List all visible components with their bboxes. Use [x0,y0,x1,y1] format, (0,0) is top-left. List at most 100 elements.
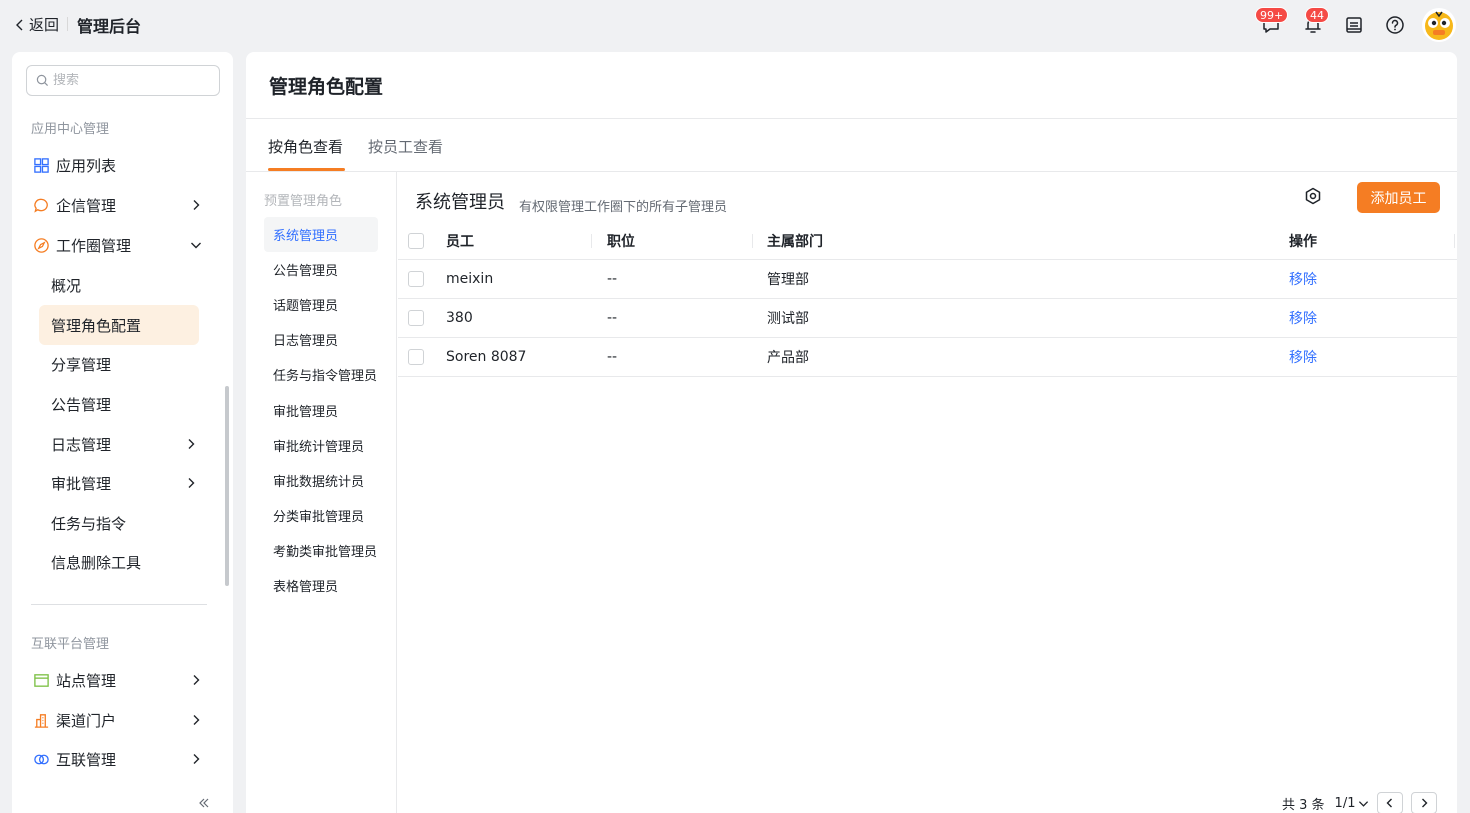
role-item[interactable]: 考勤类审批管理员 [264,533,378,568]
sidebar-item-label: 审批管理 [51,474,112,493]
prev-page-button[interactable] [1377,792,1404,813]
remove-link[interactable]: 移除 [1289,260,1317,298]
column-header-action: 操作 [1289,233,1317,250]
row-checkbox[interactable] [408,349,424,365]
browser-icon [32,671,50,689]
divider [246,118,1457,119]
chevron-right-icon [188,439,195,449]
app-title: 管理后台 [77,17,142,36]
sidebar-item-label: 应用列表 [56,156,117,175]
tab-by-employee[interactable]: 按员工查看 [368,136,443,157]
settings-icon[interactable] [1303,186,1323,206]
sidebar-item-label: 管理角色配置 [51,316,142,335]
employee-name: Soren 8087 [446,349,527,365]
column-header-department: 主属部门 [767,233,823,250]
main-panel: 管理角色配置 按角色查看 按员工查看 预置管理角色 系统管理员 公告管理员 话题… [246,52,1457,813]
divider [246,171,1457,172]
role-item[interactable]: 表格管理员 [264,568,378,603]
sidebar-subitem-overview[interactable]: 概况 [39,265,199,305]
chevron-right-icon [193,675,200,685]
role-item-system-admin[interactable]: 系统管理员 [264,217,378,252]
chevron-right-icon [193,754,200,764]
employee-position: -- [607,271,618,287]
row-checkbox[interactable] [408,310,424,326]
top-bar: 返回 管理后台 99+ 44 [0,0,1470,52]
sidebar-item-label: 任务与指令 [51,514,127,533]
user-avatar[interactable] [1422,8,1456,42]
sidebar-subitem-log[interactable]: 日志管理 [39,424,199,464]
role-item[interactable]: 审批管理员 [264,393,378,428]
role-item[interactable]: 任务与指令管理员 [264,357,378,392]
sidebar-item-app-list[interactable]: 应用列表 [32,148,202,182]
employee-department: 测试部 [767,311,809,327]
sidebar-subitem-share[interactable]: 分享管理 [39,344,199,384]
group-title-platform: 互联平台管理 [31,637,110,652]
chevron-right-icon [188,478,195,488]
table-row: 380 -- 测试部 移除 [398,299,1457,338]
role-item[interactable]: 话题管理员 [264,287,378,322]
role-item[interactable]: 日志管理员 [264,322,378,357]
role-title: 系统管理员 [415,192,505,213]
sidebar-item-label: 企信管理 [56,196,117,215]
sidebar-item-channel[interactable]: 渠道门户 [32,703,202,737]
sidebar-subitem-approval[interactable]: 审批管理 [39,463,199,503]
grid-icon [32,156,50,174]
group-title-app-center: 应用中心管理 [31,122,110,137]
table-row: meixin -- 管理部 移除 [398,260,1457,299]
tasks-button[interactable] [1342,13,1366,37]
back-button[interactable]: 返回 [14,14,59,35]
sidebar-item-interconnect[interactable]: 互联管理 [32,742,202,776]
sidebar-item-label: 日志管理 [51,435,112,454]
sidebar-item-workcircle[interactable]: 工作圈管理 [32,228,202,262]
role-item[interactable]: 审批数据统计员 [264,463,378,498]
page-title: 管理角色配置 [269,76,384,98]
add-employee-button[interactable]: 添加员工 [1357,182,1440,213]
remove-link[interactable]: 移除 [1289,338,1317,376]
employee-position: -- [607,349,618,365]
column-divider[interactable] [591,234,592,248]
notification-button[interactable]: 44 [1301,7,1329,37]
document-icon [1346,17,1362,33]
link-rings-icon [32,750,50,768]
row-checkbox[interactable] [408,271,424,287]
back-label: 返回 [29,16,60,34]
role-item[interactable]: 分类审批管理员 [264,498,378,533]
admin-table: 员工 职位 主属部门 操作 meixin -- 管理部 移除 380 -- 测试… [398,222,1457,377]
page-indicator: 1/1 [1334,795,1356,811]
sidebar-item-site[interactable]: 站点管理 [32,663,202,697]
avatar-icon [1425,11,1453,40]
collapse-sidebar-icon[interactable] [198,797,210,809]
sidebar-item-label: 渠道门户 [56,711,117,730]
role-item[interactable]: 审批统计管理员 [264,428,378,463]
sidebar-item-label: 互联管理 [56,750,117,769]
compass-icon [32,236,50,254]
chevron-right-icon [193,715,200,725]
sidebar-subitem-delete-tool[interactable]: 信息删除工具 [39,542,199,582]
help-button[interactable] [1383,13,1407,37]
sidebar-subitem-tasks[interactable]: 任务与指令 [39,503,199,543]
sidebar-item-label: 公告管理 [51,395,112,414]
column-divider[interactable] [1454,234,1455,248]
sidebar-subitem-role-config[interactable]: 管理角色配置 [39,305,199,345]
sidebar-item-qixin[interactable]: 企信管理 [32,188,202,222]
search-box[interactable] [26,65,220,96]
sidebar-scrollbar[interactable] [225,386,229,586]
search-icon [36,74,49,87]
column-header-position: 职位 [607,233,635,250]
sidebar-subitem-announcement[interactable]: 公告管理 [39,384,199,424]
next-page-button[interactable] [1411,792,1438,813]
role-item[interactable]: 公告管理员 [264,252,378,287]
divider [31,604,207,605]
chat-bubble-icon [32,196,50,214]
remove-link[interactable]: 移除 [1289,299,1317,337]
column-header-employee: 员工 [446,233,474,250]
role-description: 有权限管理工作圈下的所有子管理员 [519,200,728,215]
page-select[interactable]: 1/1 [1335,796,1370,811]
column-divider[interactable] [752,234,753,248]
pagination: 共 3 条 1/1 [1282,792,1438,813]
search-input[interactable] [53,73,203,88]
chevron-left-icon [16,19,23,30]
select-all-checkbox[interactable] [408,232,424,249]
chat-button[interactable]: 99+ [1255,7,1289,37]
tab-by-role[interactable]: 按角色查看 [268,136,343,157]
